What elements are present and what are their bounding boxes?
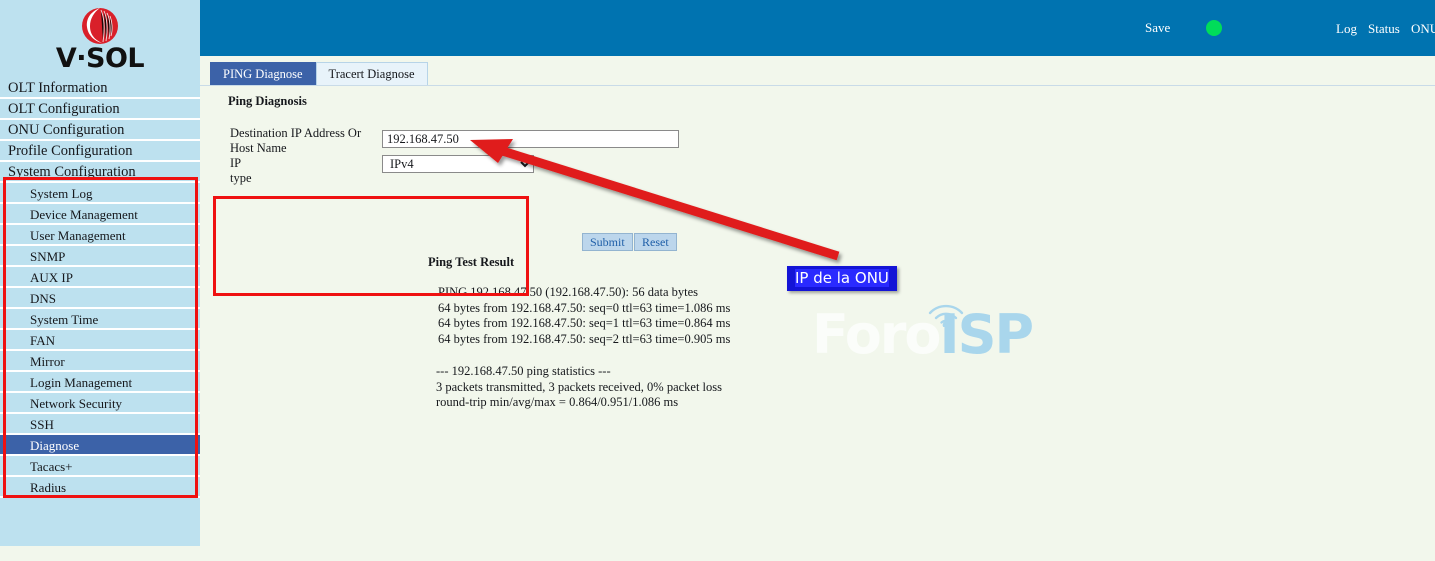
sidebar-item-system-configuration[interactable]: System Configuration — [0, 162, 200, 183]
main-content-panel: PING Diagnose Tracert Diagnose Ping Diag… — [200, 56, 1435, 561]
tab-tracert-diagnose[interactable]: Tracert Diagnose — [315, 62, 428, 85]
ping-result-title: Ping Test Result — [428, 255, 515, 269]
tab-ping-diagnose[interactable]: PING Diagnose — [210, 62, 316, 85]
reset-button[interactable]: Reset — [634, 233, 677, 251]
iptype-label: IP type — [230, 156, 252, 185]
watermark-text-foro: Foro — [812, 303, 942, 366]
sidebar-item-fan[interactable]: FAN — [0, 330, 200, 351]
ping-statistics-body: --- 192.168.47.50 ping statistics --- 3 … — [436, 364, 723, 410]
header-link-log[interactable]: Log — [1336, 21, 1357, 37]
sidebar-item-user-management[interactable]: User Management — [0, 225, 200, 246]
sidebar-item-network-security[interactable]: Network Security — [0, 393, 200, 414]
destination-label: Destination IP Address Or Host Name — [230, 126, 362, 155]
foroisp-watermark: ForoISP — [812, 301, 1034, 371]
callout-text: IP de la ONU — [795, 269, 889, 287]
save-button[interactable]: Save — [1145, 20, 1170, 36]
sidebar-item-dns[interactable]: DNS — [0, 288, 200, 309]
sidebar-item-aux-ip[interactable]: AUX IP — [0, 267, 200, 288]
sidebar-item-device-management[interactable]: Device Management — [0, 204, 200, 225]
section-title: Ping Diagnosis — [228, 94, 307, 108]
sidebar-item-ssh[interactable]: SSH — [0, 414, 200, 435]
sidebar-item-profile-configuration[interactable]: Profile Configuration — [0, 141, 200, 162]
iptype-select[interactable]: IPv4IPv6 — [382, 155, 534, 173]
sidebar-item-login-management[interactable]: Login Management — [0, 372, 200, 393]
submit-button[interactable]: Submit — [582, 233, 633, 251]
wifi-signal-icon — [928, 304, 964, 327]
sidebar-item-mirror[interactable]: Mirror — [0, 351, 200, 372]
sidebar-item-snmp[interactable]: SNMP — [0, 246, 200, 267]
sidebar-item-system-log[interactable]: System Log — [0, 183, 200, 204]
top-header-bar: Save Log Status ONU — [200, 0, 1435, 56]
sidebar-item-system-time[interactable]: System Time — [0, 309, 200, 330]
header-link-onu[interactable]: ONU — [1411, 21, 1435, 37]
sidebar-menu: OLT Information OLT Configuration ONU Conf… — [0, 78, 200, 498]
status-indicator-dot — [1206, 20, 1222, 36]
callout-label: IP de la ONU — [787, 266, 897, 291]
sidebar-item-diagnose[interactable]: Diagnose — [0, 435, 200, 456]
ping-result-body: PING 192.168.47.50 (192.168.47.50): 56 d… — [438, 285, 731, 347]
destination-input[interactable] — [382, 130, 679, 148]
brand-logo[interactable]: V·SOL — [0, 0, 200, 78]
vsol-logo-icon — [77, 6, 123, 46]
sidebar-item-olt-information[interactable]: OLT Information — [0, 78, 200, 99]
sidebar-item-onu-configuration[interactable]: ONU Configuration — [0, 120, 200, 141]
sidebar-item-radius[interactable]: Radius — [0, 477, 200, 498]
watermark-text-isp: ISP — [939, 303, 1035, 366]
header-link-status[interactable]: Status — [1368, 21, 1400, 37]
tab-strip: PING Diagnose Tracert Diagnose — [210, 62, 428, 85]
sidebar-item-tacacs[interactable]: Tacacs+ — [0, 456, 200, 477]
sidebar-item-olt-configuration[interactable]: OLT Configuration — [0, 99, 200, 120]
brand-name: V·SOL — [55, 43, 145, 74]
sidebar: V·SOL OLT Information OLT Configuration ON… — [0, 0, 200, 546]
